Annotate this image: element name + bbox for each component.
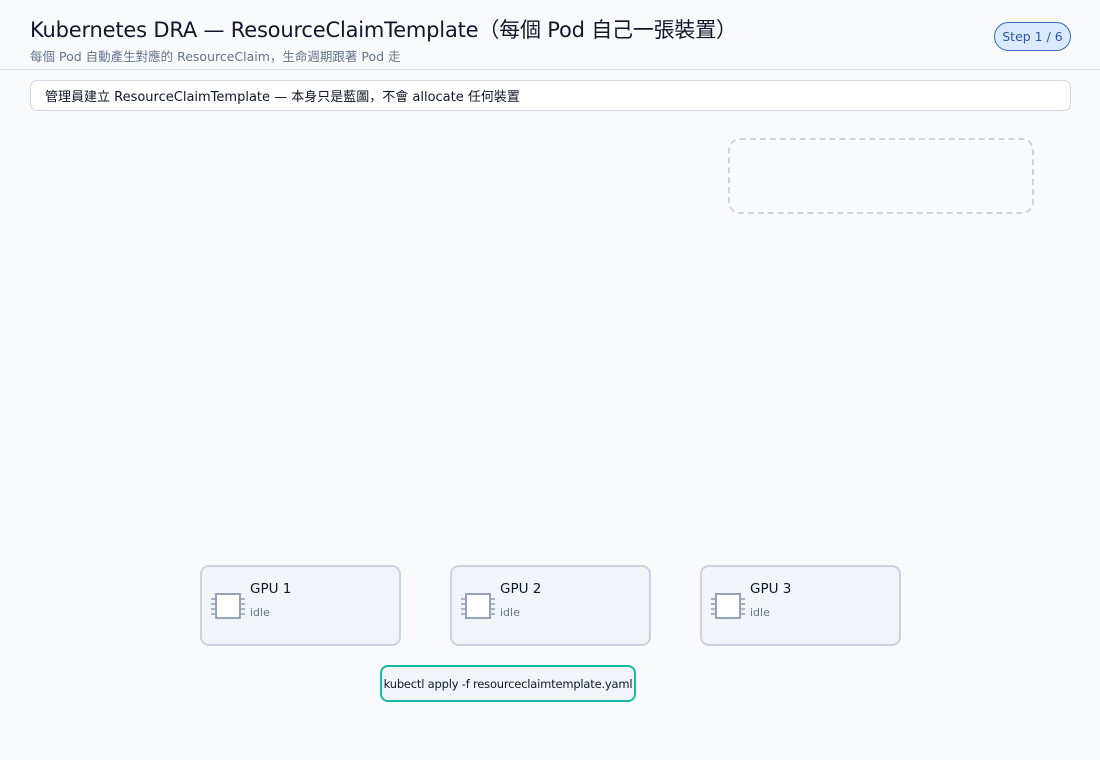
gpu-card-1: GPU 1 idle [200, 565, 401, 646]
gpu-card-3: GPU 3 idle [700, 565, 901, 646]
gpu-status: idle [500, 606, 520, 619]
gpu-name: GPU 3 [750, 581, 792, 597]
gpu-card-2: GPU 2 idle [450, 565, 651, 646]
gpu-status: idle [250, 606, 270, 619]
kubectl-command: kubectl apply -f resourceclaimtemplate.y… [380, 665, 636, 702]
page-title: Kubernetes DRA — ResourceClaimTemplate（每… [30, 18, 737, 42]
header: Kubernetes DRA — ResourceClaimTemplate（每… [0, 0, 1100, 70]
chip-icon [461, 593, 495, 619]
template-placeholder [728, 138, 1034, 214]
step-description: 管理員建立 ResourceClaimTemplate — 本身只是藍圖，不會 … [30, 80, 1071, 111]
chip-icon [211, 593, 245, 619]
step-badge: Step 1 / 6 [994, 22, 1071, 51]
page-subtitle: 每個 Pod 自動產生對應的 ResourceClaim，生命週期跟著 Pod … [30, 49, 401, 64]
gpu-name: GPU 2 [500, 581, 542, 597]
chip-icon [711, 593, 745, 619]
gpu-status: idle [750, 606, 770, 619]
gpu-name: GPU 1 [250, 581, 292, 597]
